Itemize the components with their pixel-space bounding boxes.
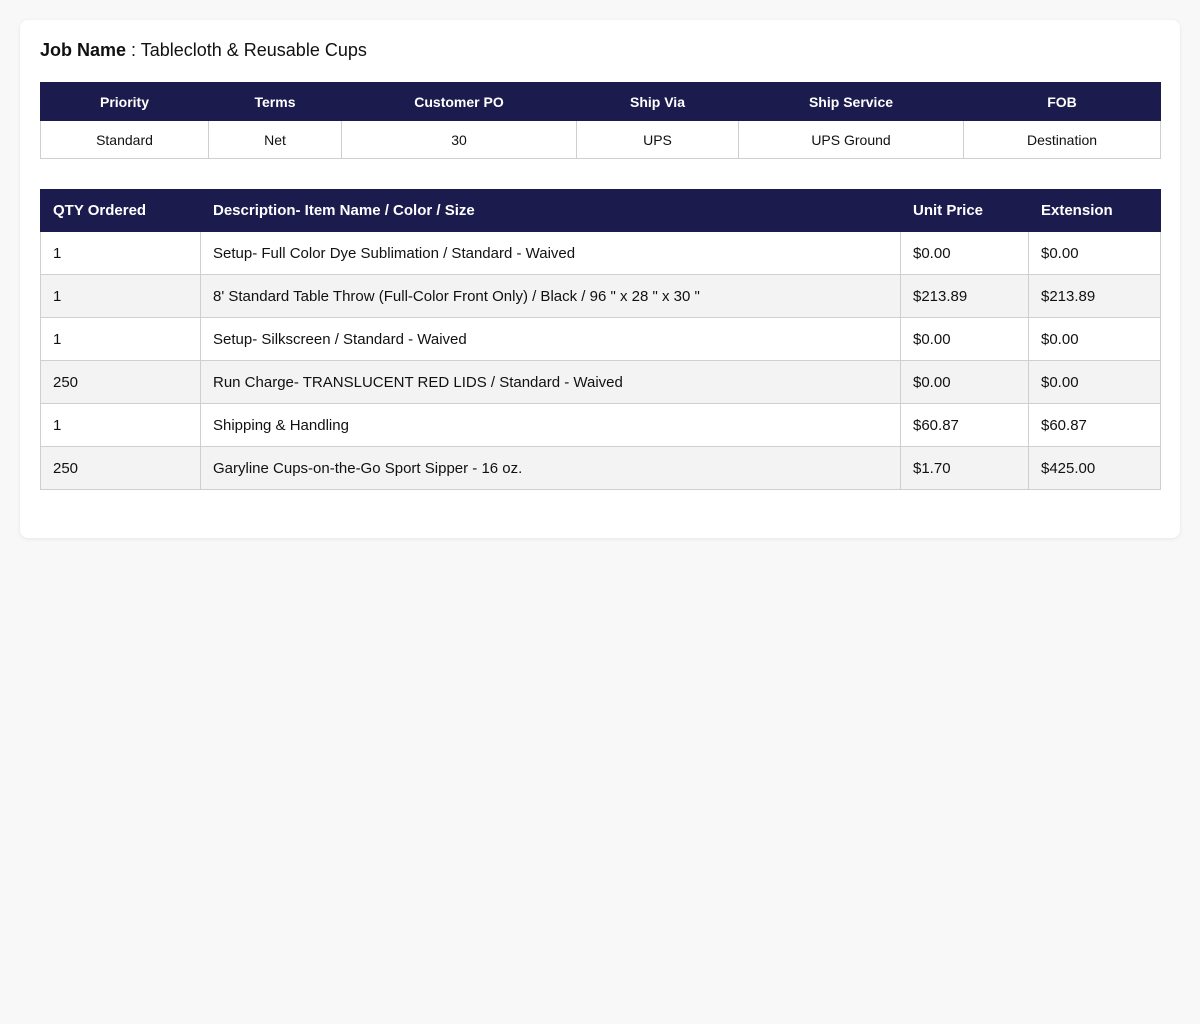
job-name-separator: :	[126, 40, 141, 60]
ship-service-value: UPS Ground	[738, 120, 964, 159]
extension-cell: $60.87	[1028, 403, 1161, 447]
order-card: Job Name : Tablecloth & Reusable Cups Pr…	[20, 20, 1180, 538]
job-name-label: Job Name	[40, 40, 127, 60]
unit-price-cell: $0.00	[900, 360, 1029, 404]
header-qty-ordered: QTY Ordered	[40, 189, 201, 232]
qty-cell: 1	[40, 231, 201, 275]
header-ship-via: Ship Via	[576, 82, 739, 121]
description-cell: Run Charge- TRANSLUCENT RED LIDS / Stand…	[200, 360, 901, 404]
extension-cell: $213.89	[1028, 274, 1161, 318]
table-row: 1 Setup- Full Color Dye Sublimation / St…	[40, 231, 1161, 275]
qty-cell: 1	[40, 274, 201, 318]
description-cell: Setup- Silkscreen / Standard - Waived	[200, 317, 901, 361]
qty-cell: 1	[40, 403, 201, 447]
table-row: 1 Setup- Silkscreen / Standard - Waived …	[40, 317, 1161, 361]
qty-cell: 250	[40, 446, 201, 490]
description-cell: 8' Standard Table Throw (Full-Color Fron…	[200, 274, 901, 318]
terms-value: Net	[208, 120, 342, 159]
description-cell: Shipping & Handling	[200, 403, 901, 447]
table-row: 1 Shipping & Handling $60.87 $60.87	[40, 403, 1161, 447]
order-info-value-row: Standard Net 30 UPS UPS Ground Destinati…	[40, 120, 1161, 159]
job-name-line: Job Name : Tablecloth & Reusable Cups	[40, 41, 1160, 59]
extension-cell: $0.00	[1028, 231, 1161, 275]
order-info-table: Priority Terms Customer PO Ship Via Ship…	[40, 82, 1161, 159]
header-fob: FOB	[963, 82, 1161, 121]
header-unit-price: Unit Price	[900, 189, 1029, 232]
unit-price-cell: $0.00	[900, 317, 1029, 361]
job-name-value: Tablecloth & Reusable Cups	[140, 40, 367, 60]
fob-value: Destination	[963, 120, 1161, 159]
header-priority: Priority	[40, 82, 209, 121]
line-items-header-row: QTY Ordered Description- Item Name / Col…	[40, 189, 1161, 232]
order-info-header-row: Priority Terms Customer PO Ship Via Ship…	[40, 82, 1161, 121]
table-row: 250 Garyline Cups-on-the-Go Sport Sipper…	[40, 446, 1161, 490]
extension-cell: $0.00	[1028, 360, 1161, 404]
header-customer-po: Customer PO	[341, 82, 577, 121]
unit-price-cell: $213.89	[900, 274, 1029, 318]
unit-price-cell: $60.87	[900, 403, 1029, 447]
qty-cell: 1	[40, 317, 201, 361]
line-items-table: QTY Ordered Description- Item Name / Col…	[40, 189, 1161, 490]
description-cell: Setup- Full Color Dye Sublimation / Stan…	[200, 231, 901, 275]
ship-via-value: UPS	[576, 120, 739, 159]
header-description: Description- Item Name / Color / Size	[200, 189, 901, 232]
header-ship-service: Ship Service	[738, 82, 964, 121]
extension-cell: $425.00	[1028, 446, 1161, 490]
extension-cell: $0.00	[1028, 317, 1161, 361]
priority-value: Standard	[40, 120, 209, 159]
table-row: 1 8' Standard Table Throw (Full-Color Fr…	[40, 274, 1161, 318]
qty-cell: 250	[40, 360, 201, 404]
header-extension: Extension	[1028, 189, 1161, 232]
unit-price-cell: $1.70	[900, 446, 1029, 490]
description-cell: Garyline Cups-on-the-Go Sport Sipper - 1…	[200, 446, 901, 490]
header-terms: Terms	[208, 82, 342, 121]
table-row: 250 Run Charge- TRANSLUCENT RED LIDS / S…	[40, 360, 1161, 404]
customer-po-value: 30	[341, 120, 577, 159]
unit-price-cell: $0.00	[900, 231, 1029, 275]
